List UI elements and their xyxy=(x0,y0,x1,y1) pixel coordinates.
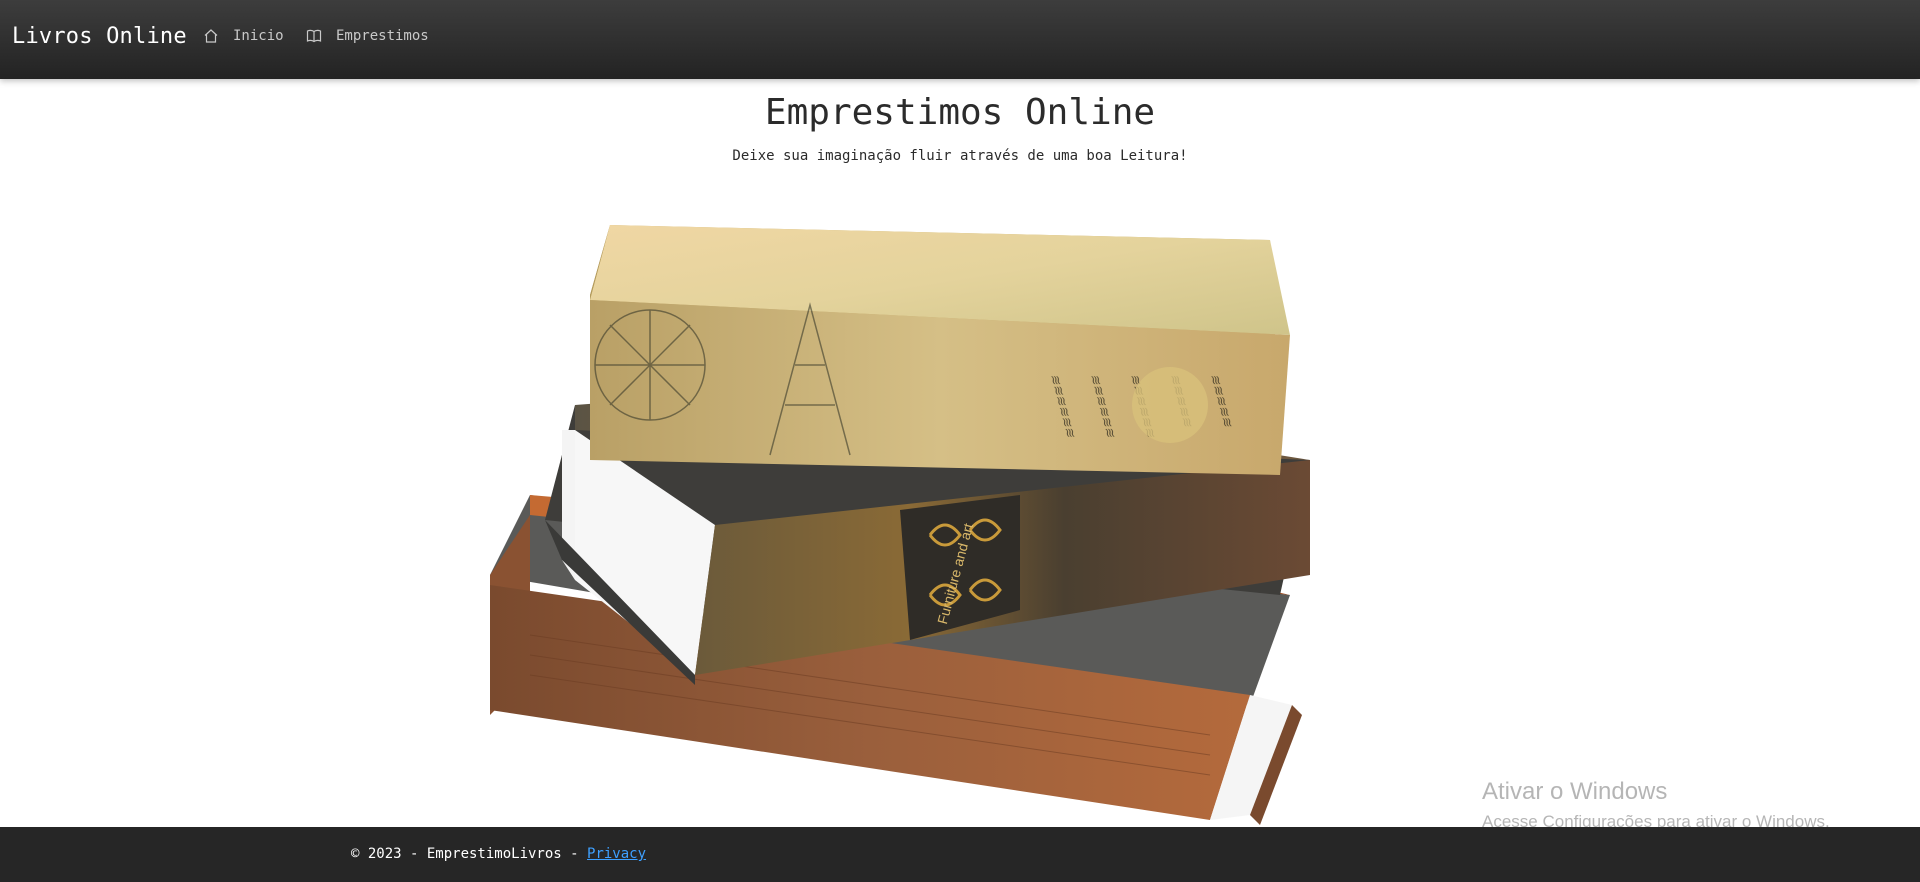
copyright-text: © 2023 - EmprestimoLivros - xyxy=(351,846,588,862)
books-stack-image: Furniture and art ≋≋≋≋≋≋ ≋≋≋≋≋≋ ≋≋≋≋≋≋ ≋… xyxy=(490,215,1410,830)
home-icon xyxy=(203,28,219,44)
navbar: Livros Online Inicio Emprestimos xyxy=(0,0,1920,79)
windows-activation-title: Ativar o Windows xyxy=(1482,778,1668,805)
page-title: Emprestimos Online xyxy=(764,92,1156,133)
page-subtitle: Deixe sua imaginação fluir através de um… xyxy=(732,148,1188,164)
footer-text: © 2023 - EmprestimoLivros - Privacy xyxy=(351,846,646,862)
book-icon xyxy=(306,28,322,44)
privacy-link[interactable]: Privacy xyxy=(587,846,646,862)
brand-link[interactable]: Livros Online xyxy=(12,24,187,49)
nav-item-label: Emprestimos xyxy=(336,28,429,44)
nav-item-label: Inicio xyxy=(233,28,284,44)
footer: © 2023 - EmprestimoLivros - Privacy xyxy=(0,827,1920,882)
nav-item-emprestimos[interactable]: Emprestimos xyxy=(306,28,429,44)
nav-item-inicio[interactable]: Inicio xyxy=(203,28,284,44)
